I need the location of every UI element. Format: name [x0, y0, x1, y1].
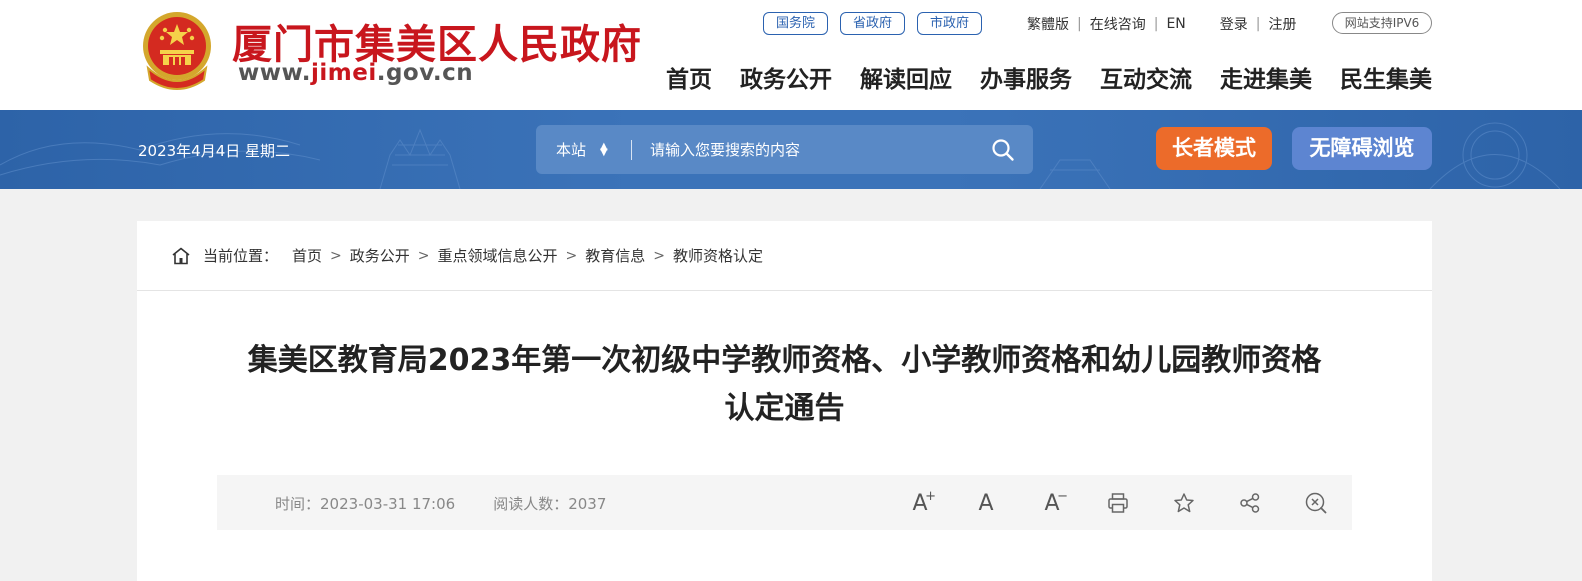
- nav-item-services[interactable]: 办事服务: [980, 60, 1072, 94]
- breadcrumb-key-areas[interactable]: 重点领域信息公开: [438, 245, 558, 266]
- state-council-link[interactable]: 国务院: [763, 12, 829, 35]
- nav-item-home[interactable]: 首页: [666, 60, 712, 94]
- separator: |: [1255, 16, 1261, 32]
- font-increase-icon[interactable]: A +: [904, 487, 936, 519]
- search-banner: 2023年4月4日 星期二 本站 ▲▼ 长者模式 无障碍浏览: [0, 110, 1582, 189]
- site-url-highlight: jimei: [311, 60, 377, 86]
- national-emblem-icon: [138, 8, 216, 92]
- article-card: 当前位置： 首页 > 政务公开 > 重点领域信息公开 > 教育信息 > 教师资格…: [137, 221, 1432, 581]
- search-scope-select[interactable]: 本站 ▲ ▼: [536, 139, 631, 160]
- elder-mode-button[interactable]: 长者模式: [1156, 127, 1272, 170]
- search-scope-label: 本站: [556, 141, 587, 159]
- breadcrumb-separator: >: [330, 247, 342, 264]
- login-link[interactable]: 登录: [1220, 14, 1248, 34]
- province-gov-link[interactable]: 省政府: [840, 12, 906, 35]
- breadcrumb: 当前位置： 首页 > 政务公开 > 重点领域信息公开 > 教育信息 > 教师资格…: [171, 245, 763, 266]
- register-link[interactable]: 注册: [1268, 14, 1296, 34]
- font-default-glyph: A: [978, 490, 994, 516]
- traditional-chinese-link[interactable]: 繁體版: [1027, 14, 1069, 34]
- view-count: 2037: [568, 495, 607, 513]
- favorite-star-icon[interactable]: [1168, 487, 1200, 519]
- site-url-prefix: www.: [238, 60, 312, 86]
- nav-item-interaction[interactable]: 互动交流: [1100, 60, 1192, 94]
- search-button[interactable]: [973, 125, 1033, 174]
- search-input[interactable]: [632, 125, 973, 174]
- site-header: 厦门市集美区人民政府 www.jimei.gov.cn 国务院 省政府 市政府 …: [0, 0, 1582, 110]
- print-icon[interactable]: [1102, 487, 1134, 519]
- breadcrumb-home[interactable]: 首页: [292, 245, 322, 266]
- font-decrease-icon[interactable]: A −: [1036, 487, 1068, 519]
- breadcrumb-separator: >: [565, 247, 578, 264]
- article-meta-bar: 时间：2023-03-31 17:06 阅读人数：2037 A + A A −: [217, 475, 1352, 530]
- share-icon[interactable]: [1234, 487, 1266, 519]
- article-meta: 时间：2023-03-31 17:06 阅读人数：2037: [275, 493, 606, 514]
- divider: [137, 290, 1432, 291]
- breadcrumb-separator: >: [417, 247, 430, 264]
- site-url-suffix: .gov.cn: [376, 60, 474, 86]
- article-title: 集美区教育局2023年第一次初级中学教师资格、小学教师资格和幼儿园教师资格 认定…: [217, 337, 1352, 433]
- online-consult-link[interactable]: 在线咨询: [1090, 14, 1146, 34]
- ipv6-badge: 网站支持IPV6: [1332, 12, 1432, 34]
- breadcrumb-label: 当前位置：: [203, 247, 279, 265]
- close-circle-icon[interactable]: [1300, 487, 1332, 519]
- top-links: 繁體版 | 在线咨询 | EN 登录 | 注册: [1027, 14, 1296, 34]
- main-nav: 首页 政务公开 解读回应 办事服务 互动交流 走进集美 民生集美: [666, 60, 1432, 94]
- site-url: www.jimei.gov.cn: [238, 60, 473, 86]
- nav-item-gov-affairs[interactable]: 政务公开: [740, 60, 832, 94]
- breadcrumb-gov-affairs[interactable]: 政务公开: [350, 245, 410, 266]
- search-box: 本站 ▲ ▼: [536, 125, 1033, 174]
- home-icon: [171, 247, 191, 265]
- nav-item-about[interactable]: 走进集美: [1220, 60, 1312, 94]
- breadcrumb-separator: >: [653, 247, 666, 264]
- sort-arrows-icon: ▲ ▼: [600, 140, 608, 158]
- nav-item-livelihood[interactable]: 民生集美: [1340, 60, 1432, 94]
- article-title-line1: 集美区教育局2023年第一次初级中学教师资格、小学教师资格和幼儿园教师资格: [247, 343, 1322, 378]
- breadcrumb-education[interactable]: 教育信息: [585, 245, 645, 266]
- current-date: 2023年4月4日 星期二: [138, 142, 291, 160]
- view-count-label: 阅读人数：: [493, 495, 569, 513]
- breadcrumb-teacher-cert[interactable]: 教师资格认定: [673, 245, 763, 266]
- publish-time: 2023-03-31 17:06: [320, 495, 456, 513]
- publish-time-label: 时间：: [275, 495, 321, 513]
- nav-item-interpretation[interactable]: 解读回应: [860, 60, 952, 94]
- article-tools: A + A A −: [904, 487, 1332, 519]
- article-title-line2: 认定通告: [724, 391, 845, 426]
- search-icon: [992, 138, 1014, 161]
- city-gov-link[interactable]: 市政府: [917, 12, 983, 35]
- separator: |: [1077, 16, 1082, 32]
- accessible-browse-button[interactable]: 无障碍浏览: [1292, 127, 1432, 170]
- english-link[interactable]: EN: [1166, 16, 1185, 32]
- separator: |: [1153, 16, 1159, 32]
- font-default-icon[interactable]: A: [970, 487, 1002, 519]
- gov-links: 国务院 省政府 市政府: [763, 12, 983, 35]
